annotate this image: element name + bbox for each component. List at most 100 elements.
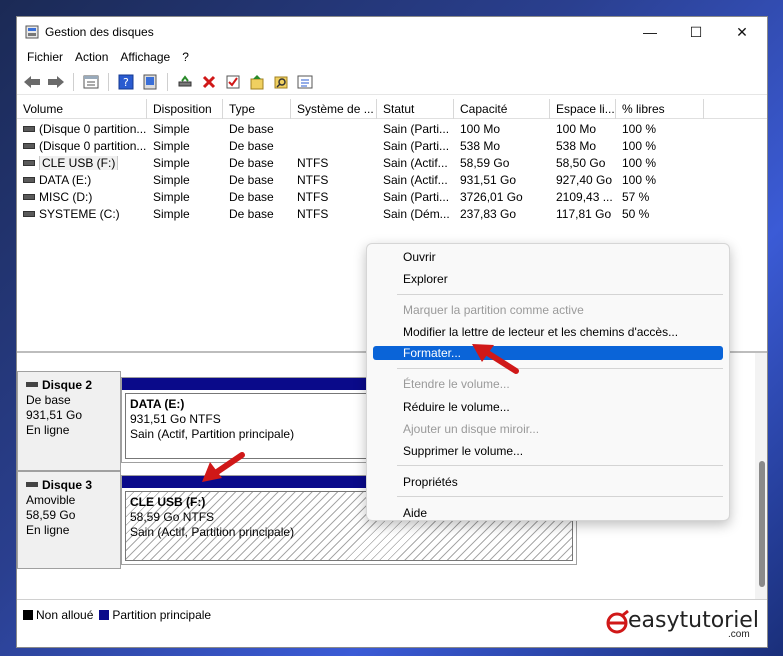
cell-text: Simple <box>153 155 190 170</box>
cell-text: 100 % <box>622 121 657 136</box>
column-percent-free[interactable]: % libres <box>616 99 704 119</box>
cell-text: De base <box>229 172 274 187</box>
disk-status: En ligne <box>26 523 70 537</box>
menu-bar: Fichier Action Affichage ? <box>17 47 767 69</box>
menu-item-extend-volume[interactable]: Étendre le volume... <box>373 375 723 393</box>
disk-icon <box>26 482 38 487</box>
menu-item-formater[interactable]: Formater... <box>373 346 723 360</box>
cell-text: 3726,01 Go <box>460 189 523 204</box>
cell-type: De base <box>223 190 291 204</box>
back-icon[interactable] <box>21 71 43 93</box>
cell-text: De base <box>229 206 274 221</box>
table-row[interactable]: MISC (D:) Simple De base NTFS Sain (Parti...… <box>17 188 767 205</box>
title-bar: Gestion des disques — ☐ ✕ <box>17 17 767 47</box>
table-row[interactable]: DATA (E:) Simple De base NTFS Sain (Actif...… <box>17 171 767 188</box>
cell-text: (Disque 0 partition... <box>39 138 147 153</box>
cell-text: 100 % <box>622 172 657 187</box>
new-icon[interactable] <box>246 71 268 93</box>
cell-capacity: 100 Mo <box>454 122 550 136</box>
cell-type: De base <box>223 156 291 170</box>
delete-icon[interactable] <box>198 71 220 93</box>
search-icon[interactable] <box>270 71 292 93</box>
minimize-button[interactable]: — <box>627 17 673 47</box>
column-free-space[interactable]: Espace li... <box>550 99 616 119</box>
column-type[interactable]: Type <box>223 99 291 119</box>
cell-disposition: Simple <box>147 122 223 136</box>
column-filesystem[interactable]: Système de ... <box>291 99 377 119</box>
cell-text: 58,50 Go <box>556 155 606 170</box>
cell-text: 927,40 Go <box>556 172 613 187</box>
cell-filesystem: NTFS <box>291 207 377 221</box>
menu-item-explorer[interactable]: Explorer <box>373 270 723 288</box>
easytutoriel-logo: easytutoriel .com <box>606 607 766 641</box>
menu-separator <box>397 496 723 497</box>
cell-status: Sain (Actif... <box>377 173 454 187</box>
cell-text: NTFS <box>297 206 329 221</box>
cell-text: Sain (Actif... <box>383 172 448 187</box>
cell-text: Simple <box>153 189 190 204</box>
cell-text: De base <box>229 121 274 136</box>
table-row[interactable]: CLE USB (F:) Simple De base NTFS Sain (Actif… <box>17 154 767 171</box>
cell-text: 538 Mo <box>556 138 597 153</box>
menu-item-properties[interactable]: Propriétés <box>373 473 723 491</box>
column-capacity[interactable]: Capacité <box>454 99 550 119</box>
table-row[interactable]: (Disque 0 partition... Simple De base Sain … <box>17 137 767 154</box>
cell-text: 50 % <box>622 206 650 221</box>
cell-text: Sain (Dém... <box>383 206 450 221</box>
forward-icon[interactable] <box>45 71 67 93</box>
menu-item-add-mirror[interactable]: Ajouter un disque miroir... <box>373 420 723 438</box>
cell-percent-free: 50 % <box>616 207 704 221</box>
menu-action[interactable]: Action <box>69 47 114 69</box>
cell-text: 538 Mo <box>460 138 501 153</box>
disk-size: 931,51 Go <box>26 408 83 422</box>
cell-text: (Disque 0 partition... <box>39 121 147 136</box>
maximize-button[interactable]: ☐ <box>673 17 719 47</box>
cell-disposition: Simple <box>147 173 223 187</box>
column-status[interactable]: Statut <box>377 99 454 119</box>
cell-percent-free: 100 % <box>616 156 704 170</box>
cell-text: 58,59 Go <box>460 155 510 170</box>
svg-text:?: ? <box>123 76 129 89</box>
menu-item-aide[interactable]: Aide <box>373 504 723 522</box>
column-disposition[interactable]: Disposition <box>147 99 223 119</box>
partition-status: Sain (Actif, Partition principale) <box>130 525 295 539</box>
connect-icon[interactable] <box>174 71 196 93</box>
scrollbar-thumb[interactable] <box>759 461 765 587</box>
close-button[interactable]: ✕ <box>719 17 765 47</box>
menu-affichage[interactable]: Affichage <box>114 47 176 69</box>
menu-help[interactable]: ? <box>176 47 195 69</box>
cell-volume: DATA (E:) <box>17 173 147 187</box>
red-arrow-annotation <box>472 344 519 374</box>
window-title: Gestion des disques <box>45 25 154 39</box>
disk-2-label[interactable]: Disque 2 De base 931,51 Go En ligne <box>17 371 121 471</box>
disk-3-label[interactable]: Disque 3 Amovible 58,59 Go En ligne <box>17 471 121 569</box>
cell-text: 237,83 Go <box>460 206 517 221</box>
cell-status: Sain (Parti... <box>377 122 454 136</box>
menu-item-ouvrir[interactable]: Ouvrir <box>373 248 723 266</box>
help-icon[interactable]: ? <box>115 71 137 93</box>
menu-item-mark-active[interactable]: Marquer la partition comme active <box>373 301 723 319</box>
disk-type: Amovible <box>26 493 76 507</box>
table-row[interactable]: SYSTEME (C:) Simple De base NTFS Sain (Dém..… <box>17 205 767 222</box>
unallocated-swatch <box>23 610 33 620</box>
menu-item-change-drive-letter[interactable]: Modifier la lettre de lecteur et les che… <box>373 323 723 341</box>
menu-item-shrink-volume[interactable]: Réduire le volume... <box>373 398 723 416</box>
list-icon[interactable] <box>294 71 316 93</box>
cell-capacity: 538 Mo <box>454 139 550 153</box>
table-row[interactable]: (Disque 0 partition... Simple De base Sain … <box>17 120 767 137</box>
properties-icon[interactable] <box>80 71 102 93</box>
cell-percent-free: 100 % <box>616 122 704 136</box>
help-book-icon[interactable] <box>139 71 161 93</box>
check-icon[interactable] <box>222 71 244 93</box>
menu-item-delete-volume[interactable]: Supprimer le volume... <box>373 442 723 460</box>
volume-icon <box>23 176 35 183</box>
toolbar-separator <box>108 72 109 91</box>
cell-text: 117,81 Go <box>556 206 612 221</box>
vertical-scrollbar[interactable] <box>755 353 767 599</box>
cell-type: De base <box>223 139 291 153</box>
menu-separator <box>397 368 723 369</box>
menu-fichier[interactable]: Fichier <box>21 47 69 69</box>
cell-status: Sain (Dém... <box>377 207 454 221</box>
cell-status: Sain (Parti... <box>377 139 454 153</box>
column-volume[interactable]: Volume <box>17 99 147 119</box>
